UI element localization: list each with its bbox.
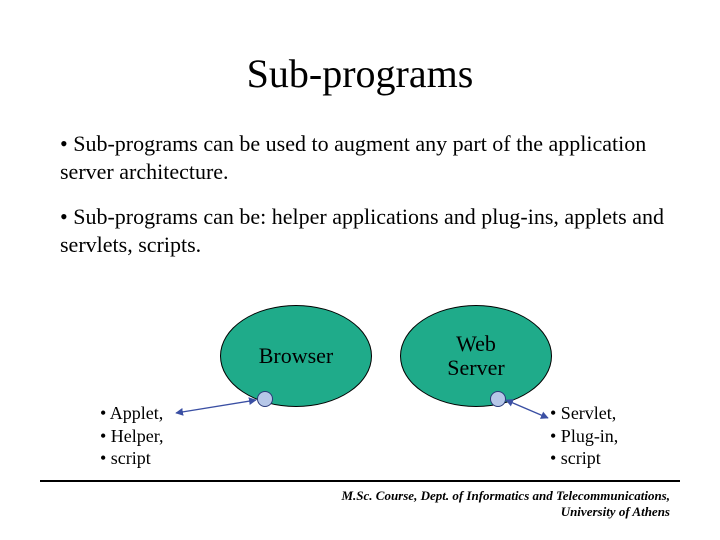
slide-title: Sub-programs	[0, 50, 720, 97]
bullet-item: • Sub-programs can be used to augment an…	[60, 130, 670, 185]
list-item: • script	[550, 447, 618, 470]
node-web-server-label: Web Server	[447, 332, 504, 380]
list-item: • Plug-in,	[550, 425, 618, 448]
bullet-list: • Sub-programs can be used to augment an…	[60, 130, 670, 276]
attachment-dot-server	[490, 391, 506, 407]
footer-text: M.Sc. Course, Dept. of Informatics and T…	[341, 488, 670, 519]
list-item: • Servlet,	[550, 402, 618, 425]
bullet-item: • Sub-programs can be: helper applicatio…	[60, 203, 670, 258]
list-item: • script	[100, 447, 164, 470]
list-item: • Helper,	[100, 425, 164, 448]
attachment-dot-browser	[257, 391, 273, 407]
connector-left	[176, 400, 256, 413]
footer-line-1: M.Sc. Course, Dept. of Informatics and T…	[341, 488, 670, 504]
node-browser: Browser	[220, 305, 372, 407]
footer-rule	[40, 480, 680, 482]
list-item: • Applet,	[100, 402, 164, 425]
node-browser-label: Browser	[259, 344, 334, 368]
node-web-server: Web Server	[400, 305, 552, 407]
left-item-list: • Applet, • Helper, • script	[100, 402, 164, 470]
connector-right	[506, 400, 548, 418]
footer-line-2: University of Athens	[341, 504, 670, 520]
right-item-list: • Servlet, • Plug-in, • script	[550, 402, 618, 470]
